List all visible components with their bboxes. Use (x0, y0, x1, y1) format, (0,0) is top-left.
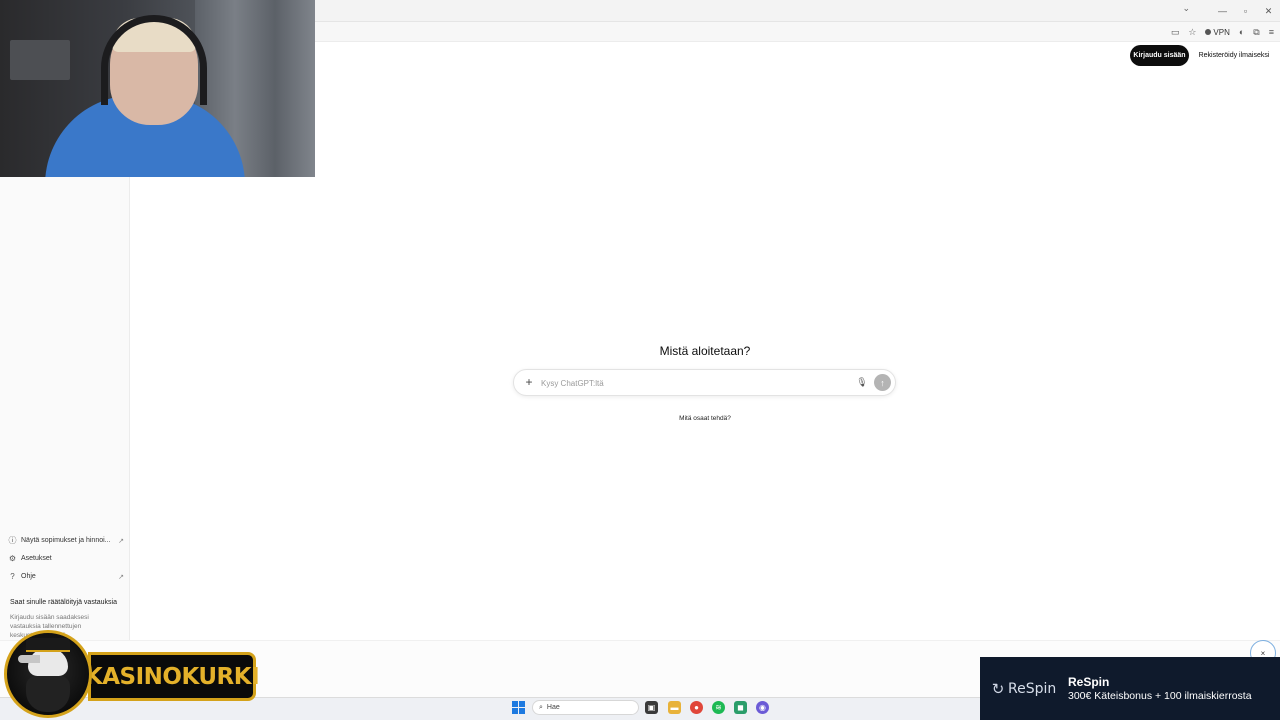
vpn-button[interactable]: VPN (1205, 27, 1230, 37)
send-button[interactable]: ↑ (874, 374, 891, 391)
logo-bird-hat (26, 638, 70, 652)
search-icon: ⌕ (539, 703, 543, 711)
window-controls: — ▫ ✕ (1211, 0, 1280, 22)
task-view-icon[interactable]: ▣ (645, 701, 658, 714)
help-icon: ? (10, 572, 15, 581)
windows-start-icon[interactable] (512, 701, 525, 714)
file-explorer-icon[interactable]: ▬ (668, 701, 681, 714)
respin-logo-icon: ↻ (991, 681, 1005, 698)
address-bar[interactable] (315, 22, 1280, 42)
webcam-background-shelf (10, 40, 70, 80)
reader-mode-icon[interactable]: ▭ (1171, 27, 1180, 38)
external-link-icon: ↗ (118, 573, 124, 581)
ad-offer-text: 300€ Käteisbonus + 100 ilmaiskierrosta (1068, 690, 1252, 702)
login-button[interactable]: Kirjaudu sisään (1130, 45, 1189, 66)
profile-icon[interactable]: ◐ (1239, 27, 1244, 37)
suggestion-button[interactable]: Mitä osaat tehdä? (673, 410, 737, 426)
gear-icon: ⚙ (8, 554, 17, 563)
taskbar-search[interactable]: ⌕ Hae (532, 700, 639, 715)
webcam-overlay (0, 0, 315, 177)
sidebar (0, 177, 130, 640)
ad-brand-name: ReSpin (1068, 675, 1110, 689)
sidebar-item-label: Ohje (21, 573, 36, 580)
headphones-icon (101, 15, 207, 105)
respin-logo-text: ReSpin (1008, 681, 1057, 697)
sidebar-item-label: Asetukset (21, 555, 52, 562)
vpn-status-icon (1205, 29, 1212, 35)
prompt-input[interactable] (541, 375, 841, 391)
kasinokurki-logo-banner: KASINOKURKI (84, 652, 260, 701)
page-title: Mistä aloitetaan? (659, 344, 751, 358)
messenger-icon[interactable]: ◉ (756, 701, 769, 714)
kasinokurki-logo-text: KASINOKURKI (84, 663, 260, 690)
browser-app-icon[interactable]: ● (690, 701, 703, 714)
vpn-label: VPN (1213, 27, 1230, 37)
sidebar-item-agreements[interactable]: ⓘ Näytä sopimukset ja hinnoi... ↗ (8, 536, 125, 545)
sidebar-item-settings[interactable]: ⚙ Asetukset (8, 554, 124, 563)
maximize-button[interactable]: ▫ (1234, 0, 1257, 22)
tab-list-dropdown[interactable]: ⌄ (1182, 3, 1190, 14)
extensions-icon[interactable]: ⧉ (1253, 27, 1259, 38)
info-icon: ⓘ (8, 536, 17, 545)
minimize-button[interactable]: — (1211, 0, 1234, 22)
browser-toolbar-icons: ▭ ☆ VPN ◐ ⧉ ≡ (1171, 22, 1274, 42)
bookmark-star-icon[interactable]: ☆ (1188, 27, 1196, 38)
sidebar-item-help[interactable]: ? Ohje ↗ (8, 572, 124, 581)
logo-bird-body (26, 676, 70, 712)
external-link-icon: ↗ (118, 537, 124, 545)
attach-plus-icon[interactable]: + (522, 375, 536, 389)
prompt-composer: + 🎙 ↑ (513, 369, 896, 396)
sidebar-item-label: Näytä sopimukset ja hinnoi... (21, 537, 111, 544)
login-promo-title: Saat sinulle räätälöityjä vastauksia (10, 599, 118, 606)
logo-bird-beak (18, 655, 40, 663)
taskbar-search-label: Hae (546, 704, 560, 711)
signup-button[interactable]: Rekisteröidy ilmaiseksi (1194, 45, 1274, 66)
microphone-icon[interactable]: 🎙 (855, 375, 869, 390)
menu-icon[interactable]: ≡ (1269, 27, 1274, 37)
close-window-button[interactable]: ✕ (1257, 0, 1280, 22)
app-icon[interactable]: ◼ (734, 701, 747, 714)
spotify-icon[interactable]: ≋ (712, 701, 725, 714)
